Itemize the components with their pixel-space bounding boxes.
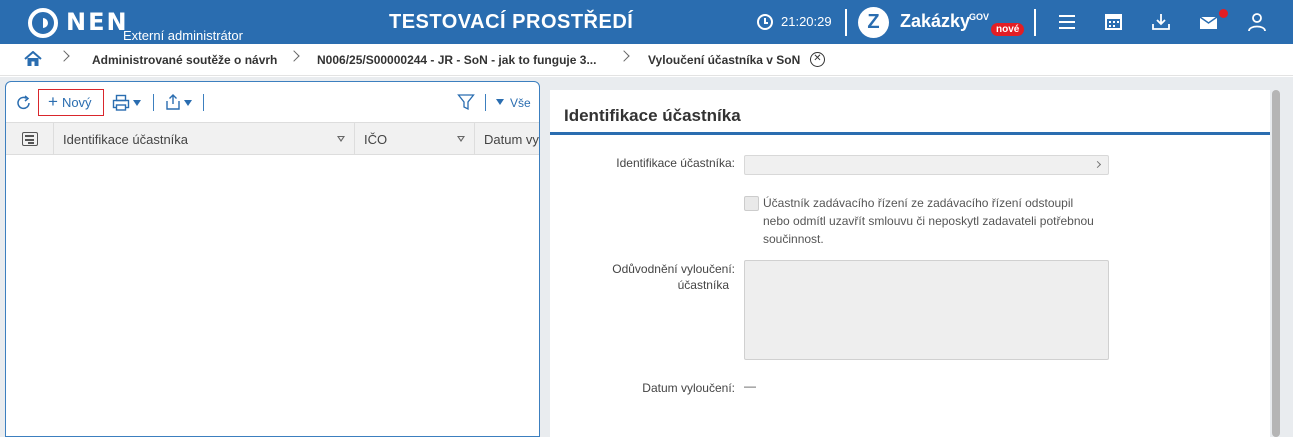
print-dropdown-icon[interactable] — [133, 100, 141, 106]
notification-dot — [1219, 9, 1228, 18]
column-label: IČO — [364, 132, 388, 147]
column-filter-icon[interactable] — [457, 136, 465, 142]
mail-icon[interactable] — [1197, 10, 1221, 34]
withdrawal-checkbox-label[interactable]: Účastník zadávacího řízení ze zadávacího… — [763, 194, 1103, 248]
breadcrumb-separator-icon — [58, 50, 70, 62]
column-settings-icon[interactable] — [22, 132, 38, 146]
zakazky-gov-label: GOV — [969, 12, 990, 22]
justification-label-line1: Odůvodnění vyloučení: — [612, 262, 735, 276]
section-title: Identifikace účastníka — [564, 106, 741, 125]
column-header-identification[interactable]: Identifikace účastníka — [54, 123, 355, 155]
brand-name[interactable]: NEN — [66, 8, 129, 36]
list-toolbar: + Nový Vše — [6, 82, 539, 122]
column-filter-icon[interactable] — [337, 136, 345, 142]
section-divider — [550, 132, 1270, 135]
export-dropdown-icon[interactable] — [184, 100, 192, 106]
user-icon[interactable] — [1245, 10, 1269, 34]
home-icon[interactable] — [24, 51, 42, 67]
zakazky-logo-icon[interactable]: Z — [858, 7, 889, 38]
exclusion-date-value: — — [744, 379, 756, 393]
breadcrumb-separator-icon — [618, 50, 630, 62]
new-button[interactable]: + Nový — [38, 89, 104, 116]
withdrawal-checkbox[interactable] — [744, 196, 759, 211]
clock-icon — [757, 14, 773, 30]
identification-label: Identifikace účastníka: — [616, 156, 735, 170]
column-header-date[interactable]: Datum vyl — [475, 123, 540, 155]
column-header-ico[interactable]: IČO — [355, 123, 475, 155]
participant-detail-panel: Identifikace účastníka Identifikace účas… — [550, 90, 1270, 437]
breadcrumb-item-competitions[interactable]: Administrované soutěže o návrh — [92, 53, 277, 67]
environment-title: TESTOVACÍ PROSTŘEDÍ — [389, 11, 634, 33]
filter-icon[interactable] — [457, 93, 475, 111]
top-header: NEN Externí administrátor TESTOVACÍ PROS… — [0, 0, 1293, 44]
header-divider — [1034, 9, 1036, 36]
close-tab-icon[interactable]: ✕ — [810, 52, 825, 67]
toolbar-divider — [485, 94, 486, 111]
toolbar-divider — [153, 94, 154, 111]
grid-header: Identifikace účastníka IČO Datum vyl — [6, 122, 539, 155]
column-label: Identifikace účastníka — [63, 132, 189, 147]
identification-select[interactable] — [744, 155, 1109, 175]
menu-icon[interactable] — [1056, 10, 1080, 34]
justification-label-line2: účastníka — [677, 278, 729, 292]
breadcrumb-separator-icon — [288, 50, 300, 62]
header-divider — [845, 9, 847, 36]
filter-dropdown-icon[interactable] — [496, 99, 504, 105]
breadcrumb: Administrované soutěže o návrh N006/25/S… — [0, 44, 1293, 76]
column-label: Datum vyl — [484, 132, 540, 147]
calendar-icon[interactable] — [1102, 10, 1126, 34]
export-icon[interactable] — [164, 93, 182, 111]
toolbar-divider — [203, 94, 204, 111]
user-role: Externí administrátor — [123, 28, 243, 43]
session-time: 21:20:29 — [781, 14, 832, 29]
chevron-right-icon — [1093, 160, 1102, 169]
new-button-label: Nový — [61, 95, 92, 110]
justification-textarea[interactable] — [744, 260, 1109, 360]
print-icon[interactable] — [112, 94, 130, 112]
zakazky-link[interactable]: Zakázky — [900, 11, 970, 32]
exclusion-date-label: Datum vyloučení: — [642, 381, 735, 395]
column-settings-cell[interactable] — [6, 123, 54, 155]
breadcrumb-item-procedure[interactable]: N006/25/S00000244 - JR - SoN - jak to fu… — [317, 53, 596, 67]
detail-scrollbar[interactable] — [1272, 90, 1280, 437]
participant-list-panel: + Nový Vše Identifikace účastníka IČO Da… — [5, 81, 540, 437]
plus-icon: + — [48, 92, 58, 111]
filter-select[interactable]: Vše — [510, 96, 531, 110]
new-badge: nové — [991, 23, 1025, 36]
download-icon[interactable] — [1149, 10, 1173, 34]
breadcrumb-item-current: Vyloučení účastníka v SoN — [648, 53, 801, 67]
refresh-icon[interactable] — [15, 94, 33, 112]
nen-logo-icon[interactable] — [28, 8, 58, 38]
